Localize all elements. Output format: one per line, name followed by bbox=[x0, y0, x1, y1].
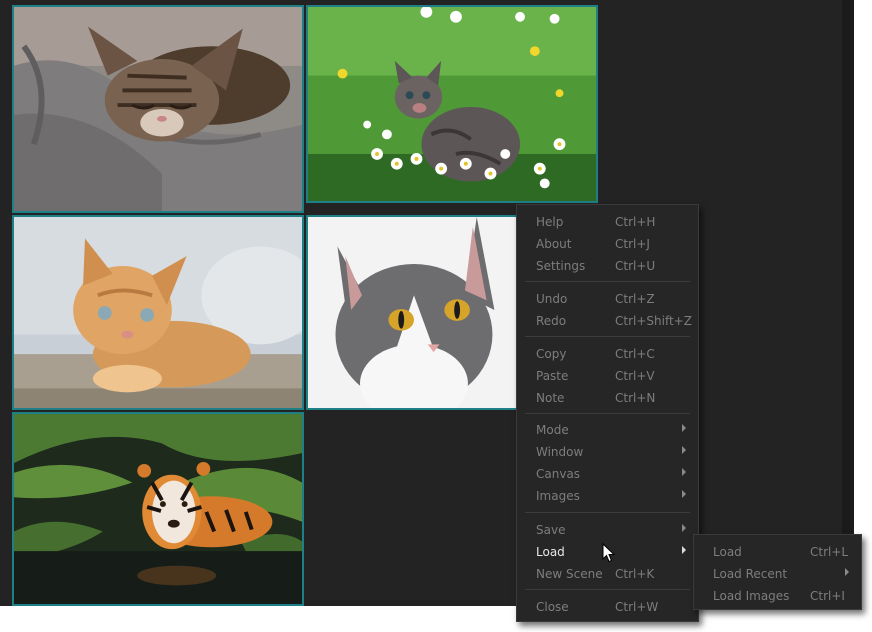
submenu-arrow-icon bbox=[682, 490, 686, 498]
menu-item-redo[interactable]: Redo Ctrl+Shift+Z bbox=[517, 310, 698, 332]
mouse-cursor-icon bbox=[602, 543, 616, 563]
menu-item-shortcut: Ctrl+I bbox=[810, 589, 845, 603]
menu-item-label: Mode bbox=[536, 423, 569, 437]
menu-item-label: Save bbox=[536, 523, 566, 537]
menu-item-label: Load bbox=[536, 545, 565, 559]
menu-item-close[interactable]: Close Ctrl+W bbox=[517, 596, 698, 618]
menu-item-label: Redo bbox=[536, 314, 567, 328]
menu-item-shortcut: Ctrl+V bbox=[615, 369, 655, 383]
tiger-image bbox=[14, 414, 302, 604]
menu-item-shortcut: Ctrl+J bbox=[615, 237, 650, 251]
submenu-arrow-icon bbox=[682, 524, 686, 532]
menu-item-shortcut: Ctrl+U bbox=[615, 259, 656, 273]
menu-separator bbox=[525, 336, 690, 337]
menu-item-label: Load bbox=[713, 545, 742, 559]
submenu-arrow-icon bbox=[682, 546, 686, 554]
menu-item-label: Settings bbox=[536, 259, 586, 273]
submenu-item-load-recent[interactable]: Load Recent bbox=[694, 563, 861, 585]
menu-separator bbox=[525, 413, 690, 414]
menu-separator bbox=[525, 281, 690, 282]
submenu-arrow-icon bbox=[845, 568, 849, 576]
menu-item-shortcut: Ctrl+K bbox=[615, 567, 655, 581]
menu-item-help[interactable]: Help Ctrl+H bbox=[517, 211, 698, 233]
submenu-item-load[interactable]: Load Ctrl+L bbox=[694, 541, 861, 563]
submenu-item-load-images[interactable]: Load Images Ctrl+I bbox=[694, 585, 861, 607]
menu-item-paste[interactable]: Paste Ctrl+V bbox=[517, 365, 698, 387]
menu-item-label: Help bbox=[536, 215, 564, 229]
menu-item-mode[interactable]: Mode bbox=[517, 419, 698, 441]
menu-item-label: New Scene bbox=[536, 567, 603, 581]
menu-item-label: Window bbox=[536, 445, 584, 459]
menu-item-label: Copy bbox=[536, 347, 567, 361]
menu-separator bbox=[525, 512, 690, 513]
menu-item-note[interactable]: Note Ctrl+N bbox=[517, 387, 698, 409]
menu-item-label: About bbox=[536, 237, 572, 251]
menu-item-label: Load Images bbox=[713, 589, 790, 603]
menu-item-label: Images bbox=[536, 489, 580, 503]
menu-item-undo[interactable]: Undo Ctrl+Z bbox=[517, 288, 698, 310]
menu-item-shortcut: Ctrl+Shift+Z bbox=[615, 314, 692, 328]
submenu-arrow-icon bbox=[682, 468, 686, 476]
load-submenu: Load Ctrl+L Load Recent Load Images Ctrl… bbox=[693, 534, 862, 610]
menu-item-new-scene[interactable]: New Scene Ctrl+K bbox=[517, 563, 698, 585]
menu-item-label: Note bbox=[536, 391, 565, 405]
image-tile-sleeping-kitten[interactable] bbox=[12, 5, 304, 213]
menu-item-label: Paste bbox=[536, 369, 569, 383]
menu-item-shortcut: Ctrl+L bbox=[810, 545, 849, 559]
image-tile-tiger[interactable] bbox=[12, 412, 304, 606]
sleeping-kitten-image bbox=[14, 7, 302, 211]
canvas-scroll-edge bbox=[842, 0, 854, 606]
menu-item-label: Close bbox=[536, 600, 569, 614]
menu-item-shortcut: Ctrl+C bbox=[615, 347, 655, 361]
submenu-arrow-icon bbox=[682, 446, 686, 454]
menu-item-shortcut: Ctrl+H bbox=[615, 215, 656, 229]
menu-item-settings[interactable]: Settings Ctrl+U bbox=[517, 255, 698, 277]
menu-item-save[interactable]: Save bbox=[517, 519, 698, 541]
menu-item-canvas[interactable]: Canvas bbox=[517, 463, 698, 485]
menu-item-label: Canvas bbox=[536, 467, 581, 481]
menu-item-shortcut: Ctrl+N bbox=[615, 391, 656, 405]
menu-item-shortcut: Ctrl+Z bbox=[615, 292, 655, 306]
menu-item-label: Load Recent bbox=[713, 567, 788, 581]
menu-item-window[interactable]: Window bbox=[517, 441, 698, 463]
menu-item-copy[interactable]: Copy Ctrl+C bbox=[517, 343, 698, 365]
gray-white-cat-image bbox=[308, 217, 516, 408]
image-tile-kitten-daisies[interactable] bbox=[306, 5, 598, 203]
submenu-arrow-icon bbox=[682, 424, 686, 432]
kitten-daisies-image bbox=[308, 7, 596, 201]
orange-kitten-image bbox=[14, 217, 302, 408]
menu-item-images[interactable]: Images bbox=[517, 485, 698, 507]
image-tile-orange-kitten[interactable] bbox=[12, 215, 304, 410]
menu-item-about[interactable]: About Ctrl+J bbox=[517, 233, 698, 255]
image-tile-gray-white-cat[interactable] bbox=[306, 215, 518, 410]
menu-separator bbox=[525, 589, 690, 590]
menu-item-label: Undo bbox=[536, 292, 568, 306]
menu-item-shortcut: Ctrl+W bbox=[615, 600, 659, 614]
